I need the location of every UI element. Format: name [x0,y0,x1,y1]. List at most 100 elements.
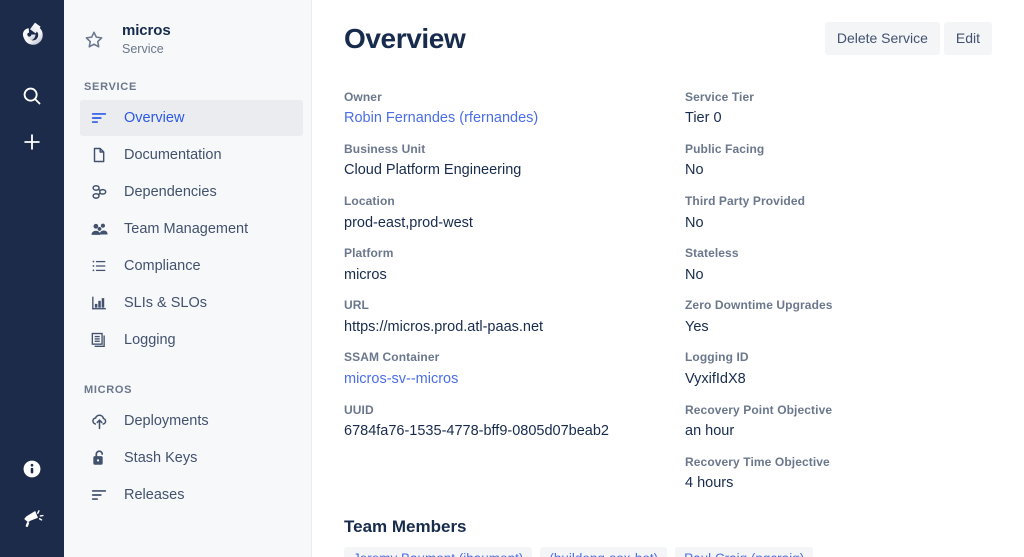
field-value: No [685,266,992,286]
team-members-section: Team Members Jeremy Baumont (jbaumont) (… [344,517,992,557]
field-platform: Platform micros [344,246,685,285]
nav-group-service: SERVICE Overview [64,81,311,358]
unlock-icon [86,449,112,467]
field-label: Business Unit [344,142,685,158]
team-member-chip[interactable]: Paul Craig (pgcraig) [675,547,813,557]
field-public-facing: Public Facing No [685,142,992,181]
checklist-icon [86,257,112,275]
details-column-right: Service Tier Tier 0 Public Facing No Thi… [685,90,992,507]
field-label: Logging ID [685,350,992,366]
field-label: Third Party Provided [685,194,992,210]
field-value: micros [344,266,685,286]
overview-icon [86,109,112,127]
global-nav-rail [0,0,64,557]
field-value: https://micros.prod.atl-paas.net [344,318,685,338]
field-owner: Owner Robin Fernandes (rfernandes) [344,90,685,129]
field-label: Owner [344,90,685,106]
field-value: Yes [685,318,992,338]
field-service-tier: Service Tier Tier 0 [685,90,992,129]
sidebar-item-logging[interactable]: Logging [80,322,303,358]
field-label: SSAM Container [344,350,685,366]
field-label: URL [344,298,685,314]
field-value[interactable]: micros-sv--micros [344,370,685,390]
page-header: Overview Delete Service Edit [344,20,992,56]
field-url: URL https://micros.prod.atl-paas.net [344,298,685,337]
field-uuid: UUID 6784fa76-1535-4778-bff9-0805d07beab… [344,403,685,442]
sidebar-item-releases[interactable]: Releases [80,477,303,513]
team-members-heading: Team Members [344,517,992,537]
field-value: Cloud Platform Engineering [344,161,685,181]
logs-icon [86,331,112,349]
field-stateless: Stateless No [685,246,992,285]
delete-service-button[interactable]: Delete Service [825,22,940,55]
field-label: Platform [344,246,685,262]
sidebar-item-label: Compliance [124,258,201,274]
field-recovery-point-objective: Recovery Point Objective an hour [685,403,992,442]
field-recovery-time-objective: Recovery Time Objective 4 hours [685,455,992,494]
star-icon[interactable] [80,29,108,51]
team-member-chip[interactable]: Jeremy Baumont (jbaumont) [344,547,532,557]
bar-chart-icon [86,294,112,312]
sidebar-item-deployments[interactable]: Deployments [80,403,303,439]
field-label: Stateless [685,246,992,262]
document-icon [86,146,112,164]
service-header[interactable]: micros Service [64,16,311,57]
field-label: Public Facing [685,142,992,158]
sidebar-item-label: Deployments [124,413,209,429]
dependencies-icon [86,183,112,202]
sidebar-item-documentation[interactable]: Documentation [80,137,303,173]
compass-logo[interactable] [12,14,52,54]
people-icon [86,220,112,239]
field-value: an hour [685,422,992,442]
sidebar-item-label: Releases [124,487,184,503]
rail-bottom-group [0,449,64,549]
team-members-list: Jeremy Baumont (jbaumont) (buildeng-sox-… [344,547,992,557]
create-icon[interactable] [12,122,52,162]
field-business-unit: Business Unit Cloud Platform Engineering [344,142,685,181]
field-label: Service Tier [685,90,992,106]
info-icon[interactable] [12,449,52,489]
service-details-grid: Owner Robin Fernandes (rfernandes) Busin… [344,90,992,507]
search-icon[interactable] [12,76,52,116]
page-title: Overview [344,20,465,56]
field-value: 4 hours [685,474,992,494]
field-ssam-container: SSAM Container micros-sv--micros [344,350,685,389]
sidebar-item-label: Stash Keys [124,450,197,466]
nav-section-label-service: SERVICE [64,81,311,99]
sidebar-item-slis-slos[interactable]: SLIs & SLOs [80,285,303,321]
releases-icon [86,486,112,504]
field-value: No [685,214,992,234]
field-value[interactable]: Robin Fernandes (rfernandes) [344,109,685,129]
field-logging-id: Logging ID VyxifIdX8 [685,350,992,389]
cloud-upload-icon [86,412,112,431]
sidebar-item-compliance[interactable]: Compliance [80,248,303,284]
sidebar-item-stash-keys[interactable]: Stash Keys [80,440,303,476]
field-label: UUID [344,403,685,419]
field-value: 6784fa76-1535-4778-bff9-0805d07beab2 [344,422,685,442]
sidebar-item-label: Team Management [124,221,248,237]
service-name: micros [122,22,171,40]
details-column-left: Owner Robin Fernandes (rfernandes) Busin… [344,90,685,507]
edit-button[interactable]: Edit [944,22,992,55]
field-value: Tier 0 [685,109,992,129]
field-value: No [685,161,992,181]
sidebar-item-label: Documentation [124,147,222,163]
sidebar-item-label: SLIs & SLOs [124,295,207,311]
sidebar-item-label: Logging [124,332,176,348]
field-label: Recovery Point Objective [685,403,992,419]
sidebar-item-team-management[interactable]: Team Management [80,211,303,247]
team-member-chip[interactable]: (buildeng-sox-bot) [540,547,667,557]
main-content: Overview Delete Service Edit Owner Robin… [312,0,1024,557]
sidebar-item-overview[interactable]: Overview [80,100,303,136]
sidebar-item-label: Overview [124,110,184,126]
field-label: Recovery Time Objective [685,455,992,471]
nav-section-label-micros: MICROS [64,384,311,402]
sidebar-item-dependencies[interactable]: Dependencies [80,174,303,210]
nav-group-micros: MICROS Deployments [64,384,311,513]
service-sidebar: micros Service SERVICE Overview [64,0,312,557]
field-zero-downtime-upgrades: Zero Downtime Upgrades Yes [685,298,992,337]
megaphone-icon[interactable] [12,499,52,539]
sidebar-item-label: Dependencies [124,184,217,200]
field-value: prod-east,prod-west [344,214,685,234]
field-third-party-provided: Third Party Provided No [685,194,992,233]
